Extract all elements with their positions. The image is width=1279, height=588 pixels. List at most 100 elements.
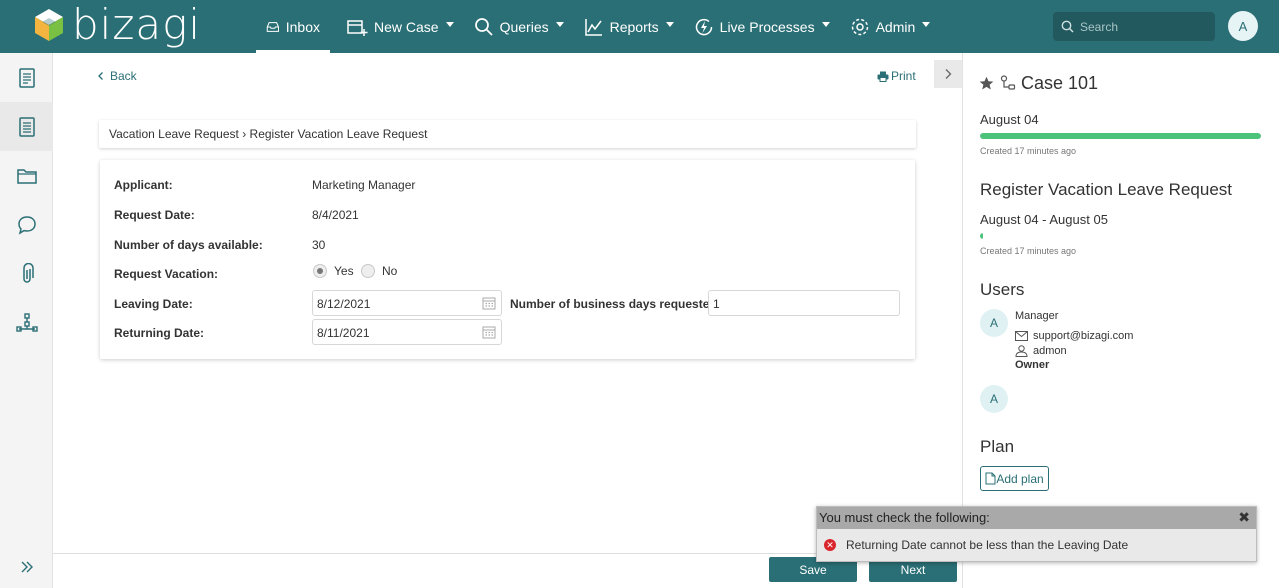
returning-date-field[interactable]: 8/11/2021 (312, 319, 502, 345)
sidebar-item-comments[interactable] (0, 200, 53, 249)
mail-icon (1015, 331, 1028, 341)
user-owner: Owner (1015, 359, 1050, 371)
chevron-down-icon (665, 22, 674, 27)
search-icon (1061, 20, 1074, 33)
plan-heading: Plan (980, 437, 1015, 456)
close-icon[interactable]: ✖ (1238, 509, 1250, 526)
top-navigation-bar: bizagi Inbox New Case Queries Reports Li… (0, 0, 1279, 53)
document-add-icon (985, 472, 996, 485)
add-plan-button[interactable]: Add plan (980, 466, 1049, 491)
validation-error-popup: You must check the following: ✖ ✕ Return… (816, 506, 1257, 562)
user-avatar[interactable]: A (1228, 11, 1258, 41)
printer-icon (877, 71, 889, 82)
business-days-field[interactable]: 1 (708, 290, 900, 316)
task-title: Register Vacation Leave Request (980, 180, 1233, 199)
radio-yes-label: Yes (334, 264, 354, 278)
back-link[interactable]: Back (96, 69, 137, 83)
user-icon (1015, 345, 1028, 357)
nav-queries-label: Queries (499, 18, 549, 35)
chevron-down-icon (555, 22, 564, 27)
task-created: Created 17 minutes ago (980, 246, 1077, 256)
workflow-icon (15, 312, 38, 332)
search-icon (474, 17, 493, 36)
error-header: You must check the following: ✖ (817, 507, 1256, 529)
radio-no-indicator[interactable] (361, 264, 375, 278)
left-sidebar (0, 53, 53, 588)
task-progress-bar (980, 233, 1261, 239)
star-icon[interactable] (979, 76, 994, 91)
calendar-icon[interactable] (482, 325, 496, 339)
nav-live-processes[interactable]: Live Processes (684, 0, 840, 53)
leaving-date-field[interactable]: 8/12/2021 (312, 290, 502, 316)
returning-date-value: 8/11/2021 (317, 326, 370, 340)
user-email-row: support@bizagi.com (1015, 330, 1133, 342)
users-heading: Users (980, 280, 1025, 299)
case-title: Case 101 (1021, 73, 1099, 93)
user-login-row: admon (1015, 345, 1067, 357)
error-message: Returning Date cannot be less than the L… (846, 538, 1129, 552)
nav-live-processes-label: Live Processes (719, 18, 815, 35)
nav-reports-label: Reports (609, 18, 659, 35)
nav-new-case[interactable]: New Case (336, 0, 464, 53)
collapse-panel-button[interactable] (934, 60, 962, 88)
radio-no[interactable]: No (361, 264, 397, 278)
form-icon (18, 116, 35, 137)
expand-icon (21, 561, 33, 572)
nav-reports[interactable]: Reports (574, 0, 684, 53)
user-avatar-2[interactable]: A (980, 385, 1008, 413)
inbox-icon (266, 21, 279, 32)
case-progress-bar (980, 133, 1261, 139)
radio-yes-indicator[interactable] (313, 264, 327, 278)
breadcrumb: Vacation Leave Request › Register Vacati… (99, 120, 916, 148)
sidebar-item-attachments[interactable] (0, 249, 53, 298)
bolt-icon (695, 18, 712, 35)
radio-yes[interactable]: Yes (313, 264, 354, 278)
nav-admin-label: Admin (875, 18, 916, 35)
chevron-down-icon (922, 22, 931, 27)
chart-icon (584, 18, 602, 36)
search-input[interactable] (1080, 19, 1200, 34)
request-vacation-label: Request Vacation: (114, 267, 219, 281)
document-icon (18, 67, 35, 88)
nav-new-case-label: New Case (374, 18, 439, 35)
returning-date-label: Returning Date: (114, 326, 204, 340)
case-date: August 04 (980, 112, 1039, 127)
leaving-date-value: 8/12/2021 (317, 297, 371, 311)
nav-inbox[interactable]: Inbox (256, 0, 330, 53)
radio-no-label: No (382, 264, 398, 278)
error-icon: ✕ (824, 539, 836, 551)
chevron-right-icon (945, 69, 952, 79)
search-box[interactable] (1053, 12, 1215, 41)
print-link[interactable]: Print (877, 69, 916, 83)
user-avatar[interactable]: A (980, 309, 1008, 337)
request-date-value: 8/4/2021 (312, 208, 359, 222)
applicant-value: Marketing Manager (312, 178, 416, 192)
request-date-label: Request Date: (114, 208, 195, 222)
chevron-left-icon (98, 72, 103, 80)
bizagi-logo[interactable]: bizagi (34, 4, 201, 46)
business-days-label: Number of business days requested: (510, 297, 721, 311)
folder-icon (16, 168, 37, 184)
process-map-icon[interactable] (1000, 75, 1016, 91)
sidebar-item-workflow[interactable] (0, 298, 53, 347)
user-role: Manager (1015, 310, 1059, 322)
comment-icon (17, 215, 36, 235)
chevron-down-icon (821, 22, 830, 27)
print-label: Print (891, 69, 916, 83)
user-email: support@bizagi.com (1033, 330, 1134, 342)
sidebar-expand[interactable] (0, 545, 53, 588)
sidebar-item-document[interactable] (0, 53, 53, 102)
sidebar-item-folder[interactable] (0, 151, 53, 200)
applicant-label: Applicant: (114, 178, 173, 192)
task-dates: August 04 - August 05 (980, 212, 1108, 227)
nav-queries[interactable]: Queries (464, 0, 574, 53)
user-login: admon (1033, 345, 1067, 357)
nav-admin[interactable]: Admin (840, 0, 941, 53)
leaving-date-label: Leaving Date: (114, 297, 193, 311)
logo-cube-icon (35, 9, 63, 41)
main-nav: Inbox New Case Queries Reports Live Proc… (256, 0, 940, 53)
days-available-value: 30 (312, 238, 326, 252)
calendar-icon[interactable] (482, 296, 496, 310)
new-case-icon (347, 19, 368, 36)
sidebar-item-form[interactable] (0, 102, 53, 151)
